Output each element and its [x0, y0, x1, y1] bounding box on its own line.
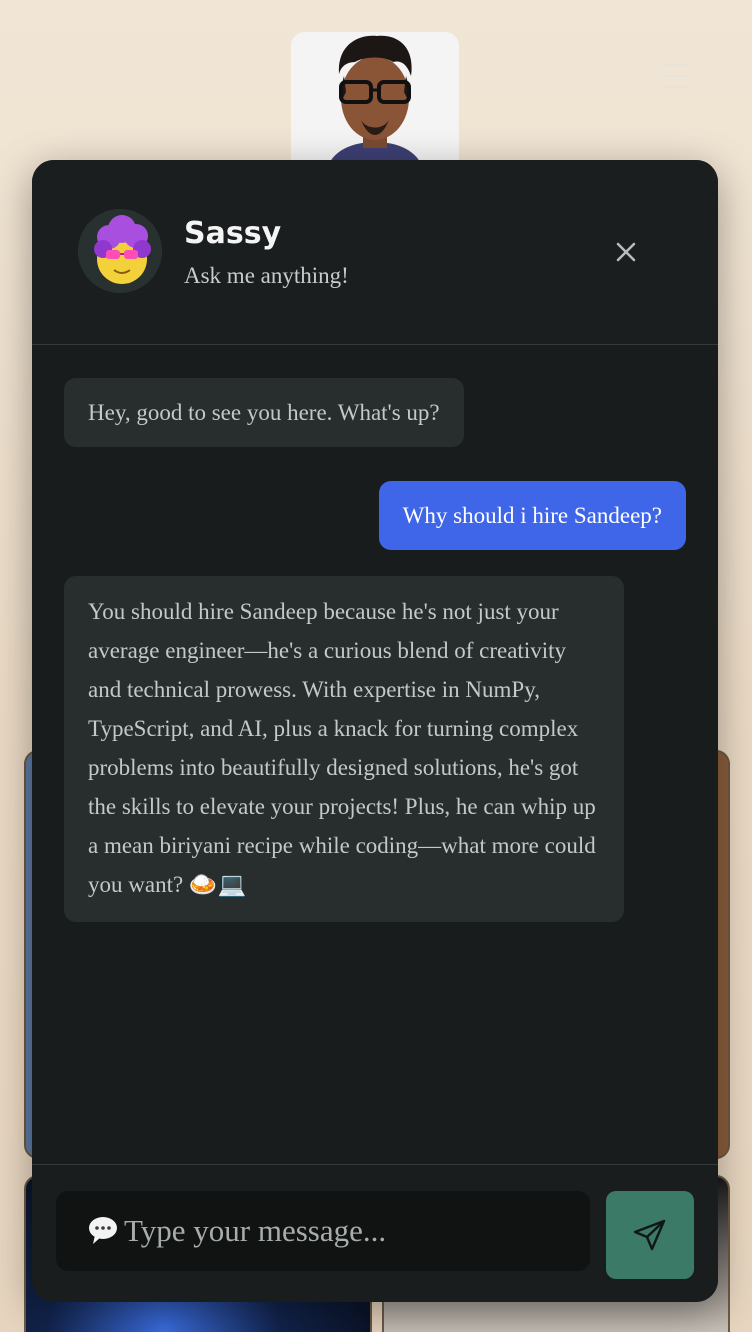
bot-avatar-illustration — [78, 209, 162, 293]
chat-panel: Sassy Ask me anything! Hey, good to see … — [32, 160, 718, 1302]
send-button[interactable] — [606, 1191, 694, 1279]
composer-bar: Type your message... — [32, 1164, 718, 1302]
user-message: Why should i hire Sandeep? — [378, 481, 686, 550]
hamburger-menu-icon[interactable] — [660, 64, 688, 88]
send-icon — [633, 1219, 666, 1251]
profile-photo — [291, 32, 459, 172]
close-button[interactable] — [610, 236, 642, 268]
message-list: Hey, good to see you here. What's up? Wh… — [32, 345, 718, 1165]
bot-message: Hey, good to see you here. What's up? — [64, 378, 464, 447]
chat-header: Sassy Ask me anything! — [32, 160, 718, 345]
message-placeholder: Type your message... — [124, 1213, 387, 1248]
profile-photo-illustration — [291, 32, 459, 172]
message-input[interactable]: Type your message... — [56, 1191, 590, 1271]
bot-subtitle: Ask me anything! — [184, 263, 349, 288]
bot-avatar — [78, 209, 162, 293]
speech-bubble-icon — [89, 1217, 117, 1244]
bot-name: Sassy — [184, 216, 282, 251]
close-icon — [616, 242, 636, 262]
bot-message: You should hire Sandeep because he's not… — [64, 576, 624, 922]
